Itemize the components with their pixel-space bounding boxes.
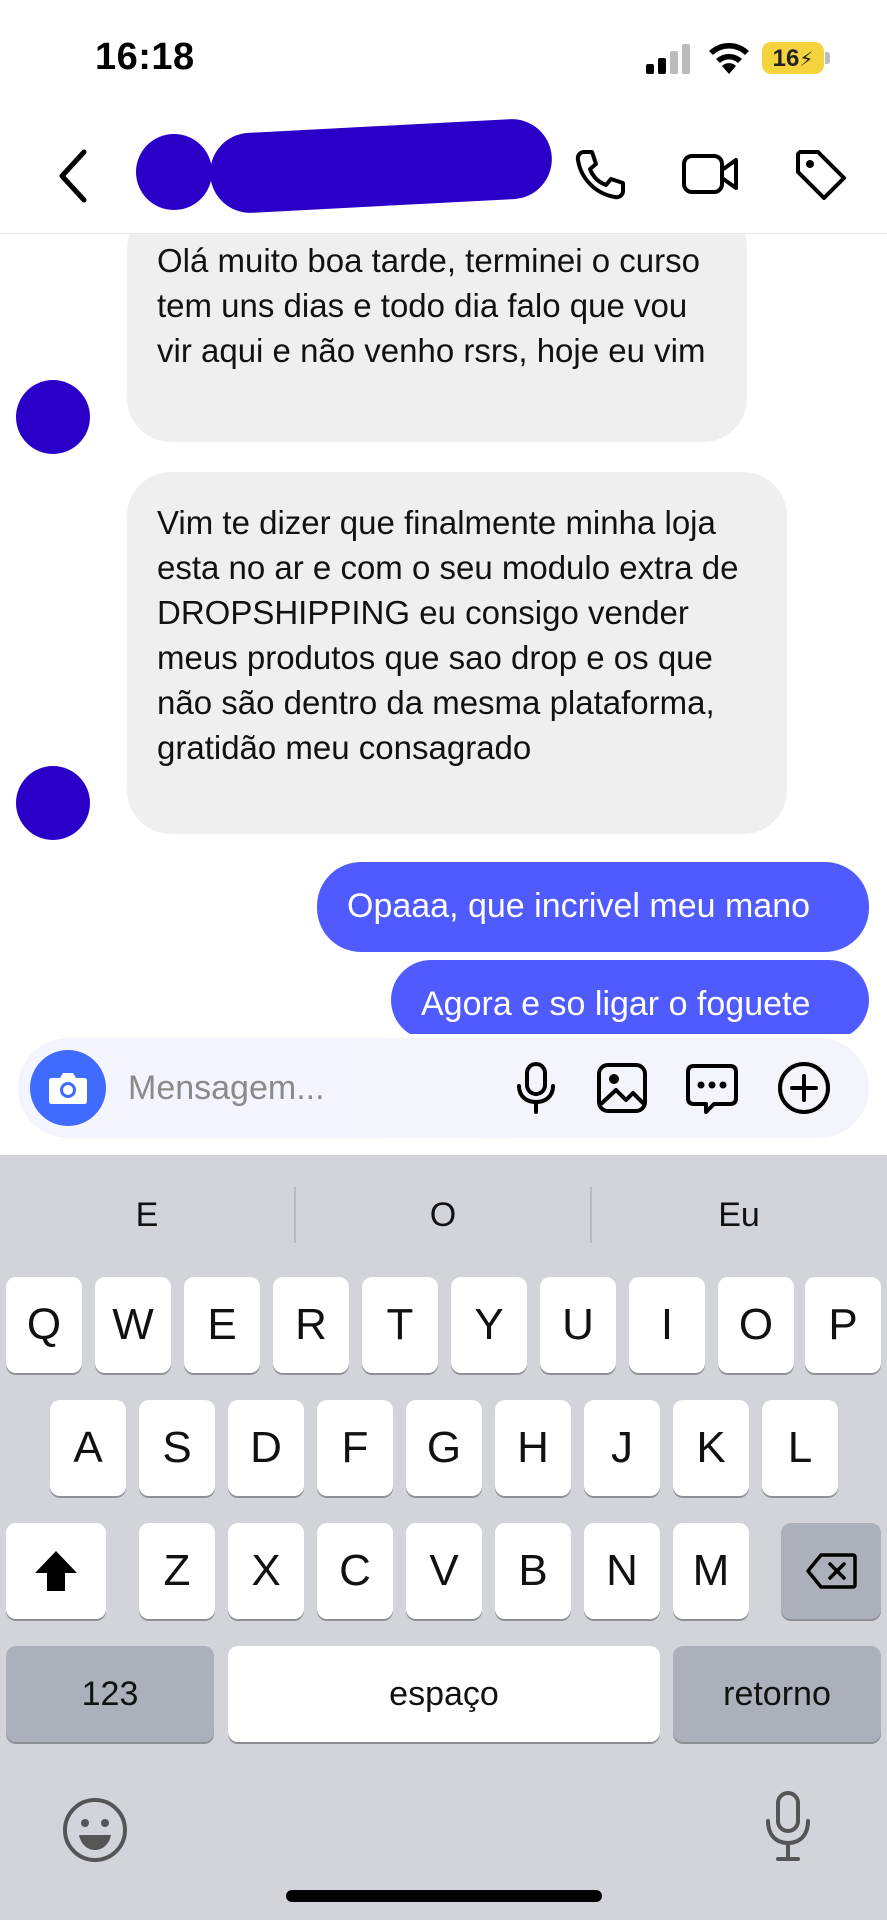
incoming-message[interactable]: Vim te dizer que finalmente minha loja e… [127,472,787,834]
battery-level: 16 [772,45,800,72]
key-s[interactable]: S [139,1400,215,1496]
cellular-signal-icon [646,44,690,74]
key-z[interactable]: Z [139,1523,215,1619]
key-u[interactable]: U [540,1277,616,1373]
key-c[interactable]: C [317,1523,393,1619]
suggestion-bar: E O Eu [0,1155,887,1273]
key-f[interactable]: F [317,1400,393,1496]
key-p[interactable]: P [805,1277,881,1373]
suggestion-item[interactable]: O [296,1185,590,1245]
gallery-icon[interactable] [594,1060,650,1116]
video-camera-icon[interactable] [680,144,740,204]
key-e[interactable]: E [184,1277,260,1373]
key-l[interactable]: L [762,1400,838,1496]
message-input[interactable] [128,1064,508,1112]
key-j[interactable]: J [584,1400,660,1496]
chevron-left-icon[interactable] [50,146,96,206]
key-y[interactable]: Y [451,1277,527,1373]
key-a[interactable]: A [50,1400,126,1496]
key-m[interactable]: M [673,1523,749,1619]
key-b[interactable]: B [495,1523,571,1619]
key-n[interactable]: N [584,1523,660,1619]
chat-header [0,117,887,234]
battery-icon: 16⚡ [762,42,830,74]
microphone-icon[interactable] [508,1060,564,1116]
camera-icon [49,1073,87,1104]
key-i[interactable]: I [629,1277,705,1373]
wifi-icon [709,43,749,74]
key-g[interactable]: G [406,1400,482,1496]
key-t[interactable]: T [362,1277,438,1373]
space-key[interactable]: espaço [228,1646,660,1742]
home-indicator[interactable] [286,1890,602,1902]
keyboard: E O Eu Q W E R T Y U I O P A S D F G H J… [0,1155,887,1920]
status-time: 16:18 [95,36,195,78]
status-bar: 16:18 16⚡ [0,0,887,110]
key-w[interactable]: W [95,1277,171,1373]
key-q[interactable]: Q [6,1277,82,1373]
return-key[interactable]: retorno [673,1646,881,1742]
shift-arrow-icon [35,1551,77,1591]
incoming-message[interactable]: Olá muito boa tarde, terminei o curso te… [127,234,747,442]
key-d[interactable]: D [228,1400,304,1496]
outgoing-message[interactable]: Opaaa, que incrivel meu mano [317,862,869,952]
contact-name-redacted[interactable] [208,117,554,215]
message-composer [18,1038,869,1138]
key-k[interactable]: K [673,1400,749,1496]
key-h[interactable]: H [495,1400,571,1496]
plus-circle-icon[interactable] [776,1060,832,1116]
backspace-key[interactable] [781,1523,881,1619]
key-o[interactable]: O [718,1277,794,1373]
suggestion-item[interactable]: Eu [592,1185,886,1245]
key-x[interactable]: X [228,1523,304,1619]
emoji-icon[interactable] [60,1795,130,1865]
sender-avatar[interactable] [16,380,100,454]
shift-key[interactable] [6,1523,106,1619]
camera-button[interactable] [30,1050,106,1126]
backspace-icon [806,1553,857,1589]
key-v[interactable]: V [406,1523,482,1619]
sender-avatar[interactable] [16,766,100,840]
key-r[interactable]: R [273,1277,349,1373]
suggestion-item[interactable]: E [0,1185,294,1245]
tag-icon[interactable] [790,144,850,204]
message-thread[interactable]: Olá muito boa tarde, terminei o curso te… [0,234,887,1034]
sticker-chat-icon[interactable] [684,1060,740,1116]
contact-avatar[interactable] [136,134,212,210]
dictation-microphone-icon[interactable] [758,1789,818,1865]
phone-icon[interactable] [570,144,630,204]
outgoing-message[interactable]: Agora e so ligar o foguete [391,960,869,1034]
numbers-key[interactable]: 123 [6,1646,214,1742]
